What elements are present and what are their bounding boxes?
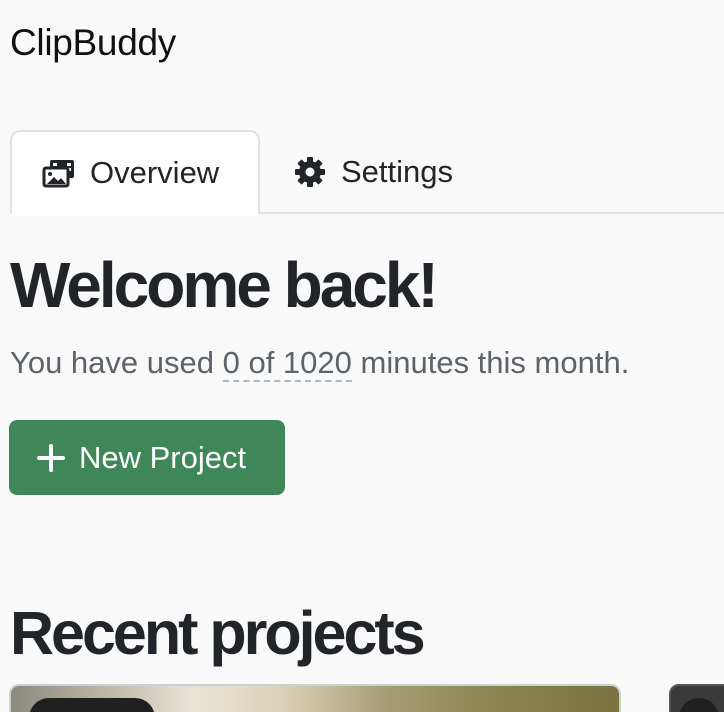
project-card[interactable] [9,684,621,712]
app-title: ClipBuddy [10,22,176,63]
photo-film-icon [42,156,76,190]
usage-count[interactable]: 0 of 1020 [222,345,352,382]
usage-text: You have used 0 of 1020 minutes this mon… [10,345,630,382]
duration-badge [679,698,719,712]
gear-icon [293,155,327,189]
tab-settings-label: Settings [341,154,454,189]
page-heading: Welcome back! [10,249,439,321]
tab-settings[interactable]: Settings [293,130,453,214]
usage-prefix: You have used [10,345,223,380]
project-card[interactable] [669,684,724,712]
tab-bar: Overview Settings [10,130,724,216]
tab-overview-label: Overview [90,155,220,190]
tab-overview[interactable]: Overview [10,130,260,216]
usage-suffix: minutes this month. [351,345,630,380]
new-project-label: New Project [79,439,247,475]
recent-projects-heading: Recent projects [10,599,426,667]
duration-badge [29,698,155,712]
new-project-button[interactable]: New Project [9,420,285,495]
plus-icon [37,443,65,472]
